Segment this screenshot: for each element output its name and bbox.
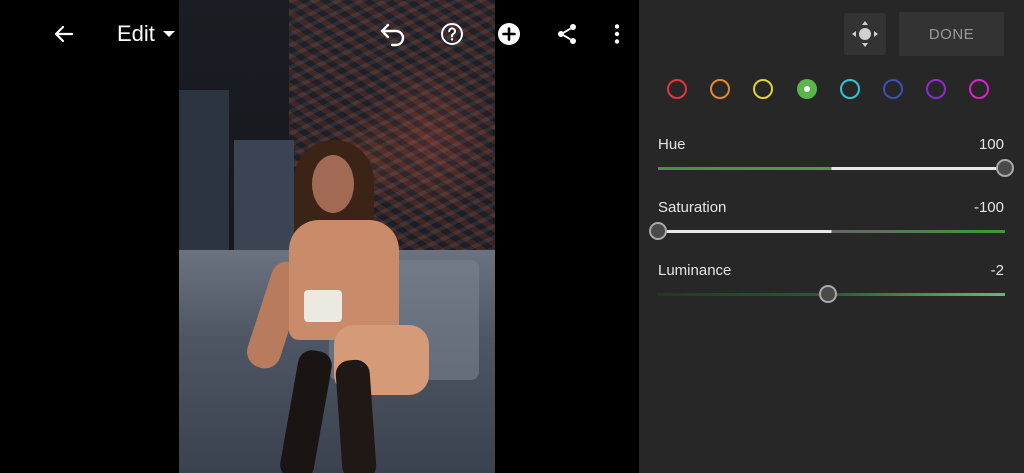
color-swatch-orange[interactable]: [710, 79, 731, 99]
color-swatch-green[interactable]: [796, 79, 817, 99]
help-circle-icon[interactable]: [438, 20, 466, 48]
color-mix-panel: DONE Hue 100 Saturation -100 Luminance -2: [639, 0, 1024, 473]
edit-mode-dropdown[interactable]: Edit: [117, 20, 175, 48]
photo-subject-face: [312, 155, 354, 213]
saturation-slider-track[interactable]: [649, 222, 1005, 240]
color-swatch-red[interactable]: [667, 79, 687, 99]
add-circle-icon[interactable]: [495, 20, 523, 48]
photo-subject-leg: [277, 348, 335, 473]
photo-canvas: Edit: [0, 0, 639, 473]
targeted-adjustment-icon: [852, 21, 878, 47]
share-icon[interactable]: [553, 20, 581, 48]
hue-slider-thumb[interactable]: [996, 159, 1014, 177]
hue-slider-track[interactable]: [658, 159, 1014, 177]
luminance-slider-track[interactable]: [658, 285, 1005, 303]
photo-subject-bag: [304, 290, 342, 322]
undo-icon[interactable]: [378, 19, 408, 49]
luminance-slider-thumb[interactable]: [819, 285, 838, 303]
color-swatch-purple[interactable]: [926, 79, 947, 99]
color-swatch-magenta[interactable]: [969, 79, 990, 99]
hue-value: 100: [978, 136, 1004, 153]
top-toolbar: Edit: [0, 0, 639, 68]
color-swatch-yellow[interactable]: [753, 79, 774, 99]
luminance-value: -2: [990, 262, 1004, 279]
saturation-slider-thumb[interactable]: [649, 222, 667, 240]
edit-mode-label: Edit: [117, 21, 155, 46]
more-vertical-icon[interactable]: [603, 20, 631, 48]
caret-down-icon: [162, 31, 175, 37]
done-button[interactable]: DONE: [899, 12, 1004, 56]
luminance-label: Luminance: [658, 262, 732, 279]
photo-subject: [242, 140, 429, 473]
hue-label: Hue: [658, 136, 686, 153]
color-swatch-aqua[interactable]: [839, 79, 860, 99]
arrow-left-icon[interactable]: [50, 20, 78, 48]
photo-preview[interactable]: [179, 0, 495, 473]
color-swatch-blue[interactable]: [883, 79, 903, 99]
saturation-label: Saturation: [658, 199, 727, 216]
targeted-adjustment-button[interactable]: [844, 13, 886, 55]
saturation-value: -100: [973, 199, 1004, 216]
photo-subject-sweater: [289, 220, 399, 340]
